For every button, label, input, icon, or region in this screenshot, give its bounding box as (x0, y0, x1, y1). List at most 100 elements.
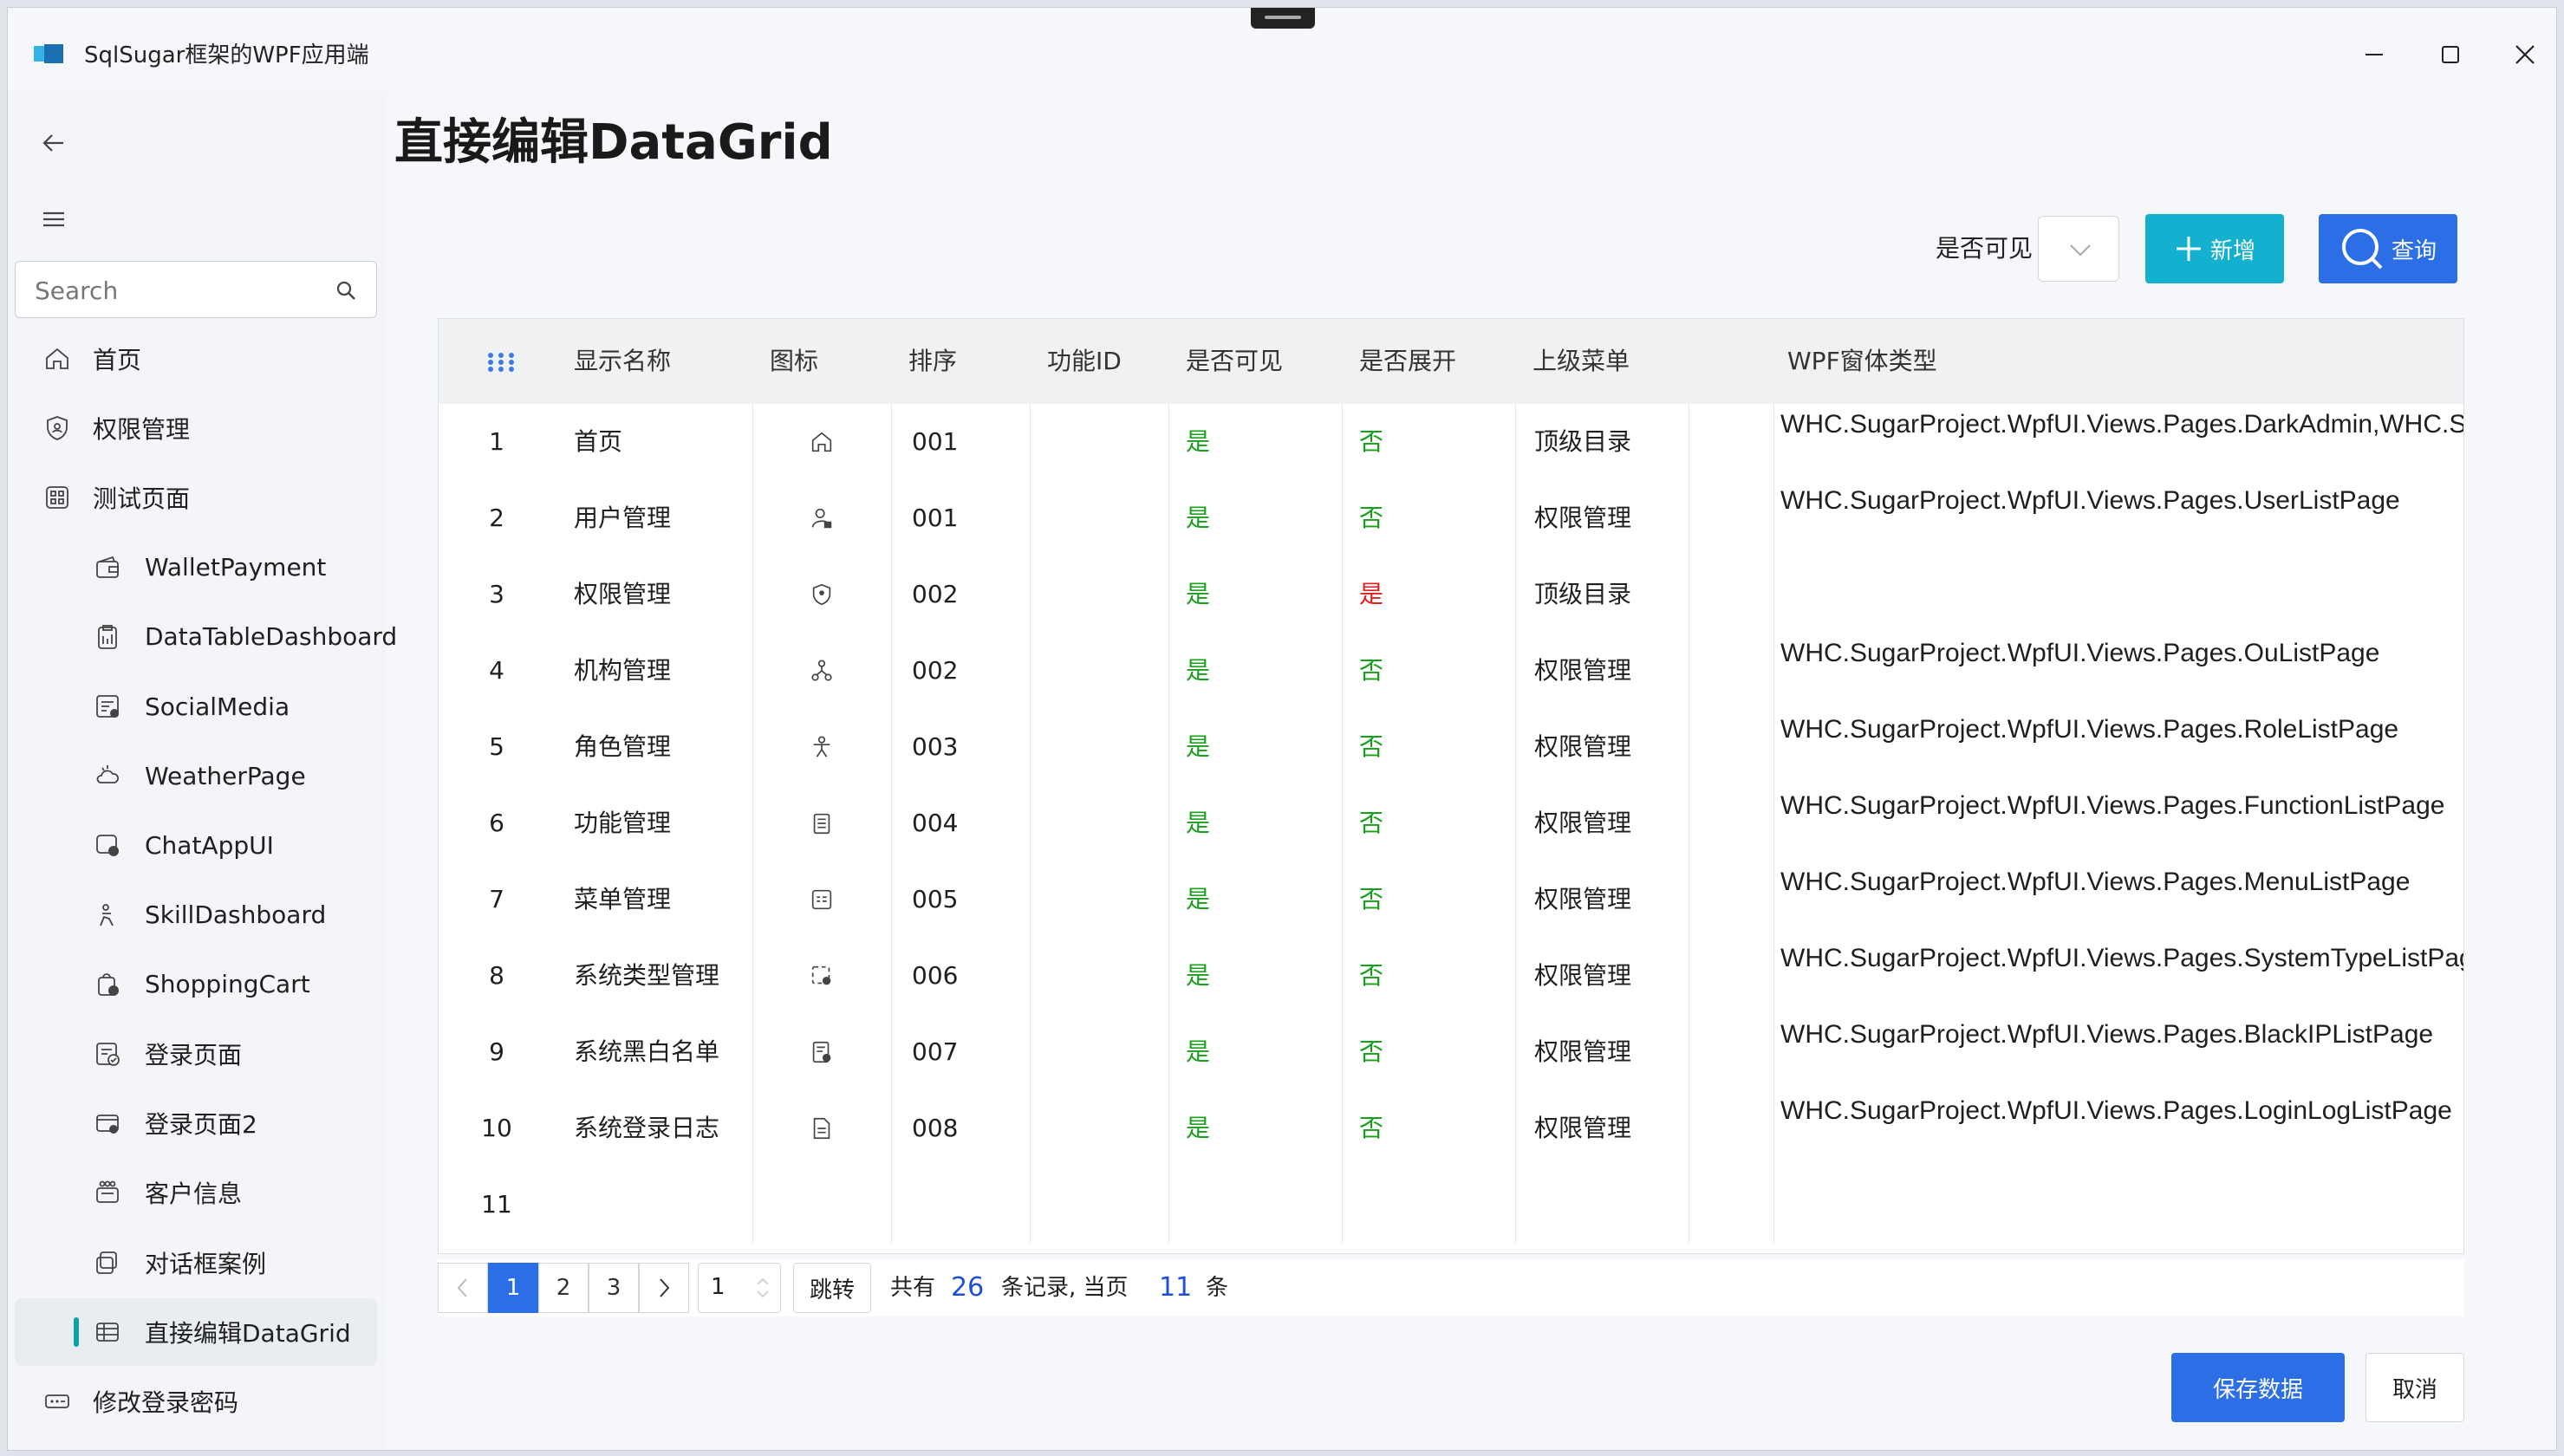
cell-icon[interactable] (752, 480, 891, 556)
cell-parent-menu[interactable]: 权限管理 (1534, 861, 1760, 938)
cell-visible[interactable]: 是 (1186, 480, 1333, 556)
cell-function-id[interactable] (1047, 480, 1160, 556)
cell-parent-menu[interactable]: 顶级目录 (1534, 404, 1760, 480)
cell-wpf-type[interactable]: WHC.SugarProject.WpfUI.Views.Pages.Funct… (1780, 785, 2463, 861)
cell-sort[interactable]: 007 (912, 1014, 1025, 1090)
cell-function-id[interactable] (1047, 709, 1160, 785)
cell-function-id[interactable] (1047, 785, 1160, 861)
table-row[interactable]: 7 菜单管理 005 是否权限管理 WHC.SugarProject.WpfUI.Vie… (449, 861, 2453, 938)
cell-function-id[interactable] (1047, 556, 1160, 633)
cell-visible[interactable]: 是 (1186, 404, 1333, 480)
cell-parent-menu[interactable]: 权限管理 (1534, 1090, 1760, 1167)
page-button[interactable]: 2 (538, 1263, 589, 1313)
cell-name[interactable]: 权限管理 (574, 556, 747, 633)
cell-parent-menu[interactable]: 权限管理 (1534, 938, 1760, 1014)
cell-function-id[interactable] (1047, 1090, 1160, 1167)
column-header[interactable]: 显示名称 (574, 319, 671, 404)
column-header[interactable]: WPF窗体类型 (1787, 319, 1937, 404)
cell-visible[interactable]: 是 (1186, 633, 1333, 709)
search-box[interactable] (15, 261, 377, 318)
drag-grip[interactable] (1251, 8, 1315, 29)
add-button[interactable]: 新增 (2145, 214, 2284, 283)
sidebar-item[interactable]: WalletPayment (15, 534, 377, 601)
cell-function-id[interactable] (1047, 861, 1160, 938)
prev-page-button[interactable] (438, 1263, 488, 1313)
sidebar-item[interactable]: 客户信息 (15, 1159, 377, 1226)
cell-function-id[interactable] (1047, 1014, 1160, 1090)
sidebar-item[interactable]: 权限管理 (15, 394, 377, 462)
cell-wpf-type[interactable]: WHC.SugarProject.WpfUI.Views.Pages.Login… (1780, 1090, 2463, 1167)
cell-name[interactable]: 角色管理 (574, 709, 747, 785)
jump-button[interactable]: 跳转 (793, 1263, 871, 1313)
search-icon[interactable] (335, 279, 357, 302)
sidebar-item[interactable]: 直接编辑DataGrid (15, 1297, 377, 1366)
cell-visible[interactable]: 是 (1186, 861, 1333, 938)
hamburger-button[interactable] (32, 202, 74, 237)
cell-name[interactable]: 系统登录日志 (574, 1090, 747, 1167)
minimize-button[interactable] (2353, 34, 2395, 75)
column-header[interactable]: 排序 (908, 319, 957, 404)
sidebar-item[interactable]: 修改登录密码 (15, 1368, 377, 1435)
table-row[interactable]: 8 系统类型管理 006 是否权限管理 WHC.SugarProject.WpfUI.V… (449, 938, 2463, 1014)
cell-expand[interactable]: 否 (1359, 1090, 1507, 1167)
cell-wpf-type[interactable]: WHC.SugarProject.WpfUI.Views.Pages.Syste… (1780, 938, 2463, 1014)
cell-visible[interactable]: 是 (1186, 709, 1333, 785)
cell-function-id[interactable] (1047, 404, 1160, 480)
cell-sort[interactable]: 002 (912, 556, 1025, 633)
cell-wpf-type[interactable]: WHC.SugarProject.WpfUI.Views.Pages.DarkA… (1780, 404, 2463, 480)
cell-wpf-type[interactable]: WHC.SugarProject.WpfUI.Views.Pages.OuLis… (1780, 633, 2463, 709)
cell-visible[interactable] (1186, 1167, 1333, 1243)
cell-icon[interactable] (752, 1167, 891, 1243)
cell-icon[interactable] (752, 785, 891, 861)
cell-name[interactable]: 功能管理 (574, 785, 747, 861)
cell-function-id[interactable] (1047, 633, 1160, 709)
cell-wpf-type[interactable]: WHC.SugarProject.WpfUI.Views.Pages.RoleL… (1780, 709, 2463, 785)
grid-menu-icon[interactable] (487, 352, 515, 373)
cell-parent-menu[interactable]: 权限管理 (1534, 709, 1760, 785)
sidebar-item[interactable]: SocialMedia (15, 673, 377, 740)
sidebar-item[interactable]: 登录页面2 (15, 1089, 377, 1157)
cell-parent-menu[interactable]: 权限管理 (1534, 633, 1760, 709)
cancel-button[interactable]: 取消 (2366, 1353, 2464, 1422)
cell-sort[interactable]: 008 (912, 1090, 1025, 1167)
cell-parent-menu[interactable]: 顶级目录 (1534, 556, 1760, 633)
column-header[interactable]: 上级菜单 (1533, 319, 1630, 404)
cell-function-id[interactable] (1047, 938, 1160, 1014)
sidebar-item[interactable]: 首页 (15, 325, 377, 393)
sidebar-item[interactable]: 测试页面 (15, 464, 377, 531)
cell-parent-menu[interactable] (1534, 1167, 1760, 1243)
sidebar-item[interactable]: 对话框案例 (15, 1229, 377, 1297)
column-header[interactable]: 是否可见 (1186, 319, 1283, 404)
cell-sort[interactable]: 003 (912, 709, 1025, 785)
cell-name[interactable]: 菜单管理 (574, 861, 747, 938)
cell-wpf-type[interactable]: WHC.SugarProject.WpfUI.Views.Pages.Black… (1780, 1014, 2463, 1090)
save-button[interactable]: 保存数据 (2171, 1353, 2345, 1422)
table-row[interactable]: 1 首页 001 是否顶级目录 WHC.SugarProject.WpfUI.Views… (449, 404, 2463, 480)
cell-icon[interactable] (752, 404, 891, 480)
cell-expand[interactable]: 否 (1359, 633, 1507, 709)
back-button[interactable] (32, 126, 74, 160)
cell-sort[interactable]: 001 (912, 480, 1025, 556)
sidebar-item[interactable]: ShoppingCart (15, 951, 377, 1018)
table-row[interactable]: 11 (449, 1167, 2453, 1243)
visible-filter-select[interactable] (2038, 216, 2119, 282)
cell-name[interactable]: 机构管理 (574, 633, 747, 709)
cell-function-id[interactable] (1047, 1167, 1160, 1243)
cell-visible[interactable]: 是 (1186, 938, 1333, 1014)
cell-expand[interactable] (1359, 1167, 1507, 1243)
cell-wpf-type[interactable] (1780, 1167, 2463, 1243)
cell-name[interactable]: 系统黑白名单 (574, 1014, 747, 1090)
cell-expand[interactable]: 是 (1359, 556, 1507, 633)
cell-icon[interactable] (752, 633, 891, 709)
cell-parent-menu[interactable]: 权限管理 (1534, 1014, 1760, 1090)
cell-parent-menu[interactable]: 权限管理 (1534, 480, 1760, 556)
cell-sort[interactable]: 001 (912, 404, 1025, 480)
sidebar-item[interactable]: ChatAppUI (15, 811, 377, 879)
table-row[interactable]: 9 系统黑白名单 007 是否权限管理 WHC.SugarProject.WpfUI.V… (449, 1014, 2453, 1090)
cell-wpf-type[interactable]: WHC.SugarProject.WpfUI.Views.Pages.UserL… (1780, 480, 2463, 556)
cell-icon[interactable] (752, 1014, 891, 1090)
maximize-button[interactable] (2430, 34, 2471, 75)
table-row[interactable]: 5 角色管理 003 是否权限管理 WHC.SugarProject.WpfUI.Vie… (449, 709, 2453, 785)
cell-visible[interactable]: 是 (1186, 785, 1333, 861)
goto-page-input[interactable]: 1 (698, 1263, 781, 1313)
